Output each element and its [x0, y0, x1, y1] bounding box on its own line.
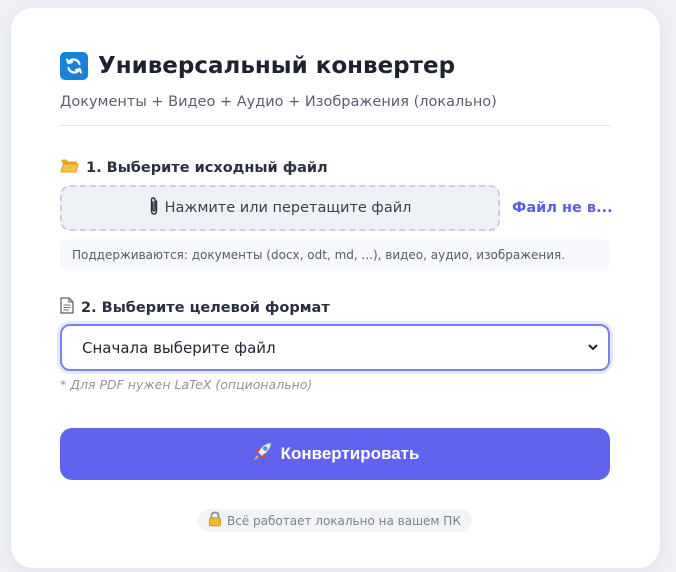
rocket-icon [251, 441, 273, 468]
step1-label-text: 1. Выберите исходный файл [86, 160, 328, 176]
chevron-down-icon [587, 338, 599, 357]
step1-label: 1. Выберите исходный файл [60, 158, 328, 178]
page-subtitle: Документы + Видео + Аудио + Изображения … [60, 94, 497, 110]
step2-label: 2. Выберите целевой формат [60, 297, 330, 318]
target-format-value: Сначала выберите файл [82, 338, 276, 357]
convert-button-label: Конвертировать [280, 444, 420, 463]
file-picker-row: Нажмите или перетащите файл Файл не в... [60, 185, 612, 231]
header: Универсальный конвертер Документы + Виде… [60, 48, 610, 110]
folder-icon [60, 158, 79, 178]
page-title-text: Универсальный конвертер [98, 53, 456, 79]
local-processing-badge: Всё работает локально на вашем ПК [198, 509, 472, 532]
badge-text: Всё работает локально на вашем ПК [227, 513, 461, 528]
dropzone-text: Нажмите или перетащите файл [164, 200, 412, 216]
document-icon [60, 297, 74, 318]
file-status-label: Файл не в... [512, 200, 612, 216]
refresh-icon [60, 52, 88, 80]
target-format-select[interactable]: Сначала выберите файл [60, 324, 610, 371]
supported-formats-hint: Поддерживаются: документы (docx, odt, md… [60, 239, 610, 271]
lock-icon [208, 511, 222, 530]
converter-card: Универсальный конвертер Документы + Виде… [11, 8, 660, 568]
file-dropzone[interactable]: Нажмите или перетащите файл [60, 185, 500, 231]
paperclip-icon [149, 196, 159, 220]
step2-label-text: 2. Выберите целевой формат [81, 299, 330, 316]
convert-button[interactable]: Конвертировать [60, 428, 610, 480]
header-divider [60, 125, 610, 126]
pdf-latex-note: * Для PDF нужен LaTeX (опционально) [60, 377, 313, 392]
page-title: Универсальный конвертер [60, 48, 610, 84]
